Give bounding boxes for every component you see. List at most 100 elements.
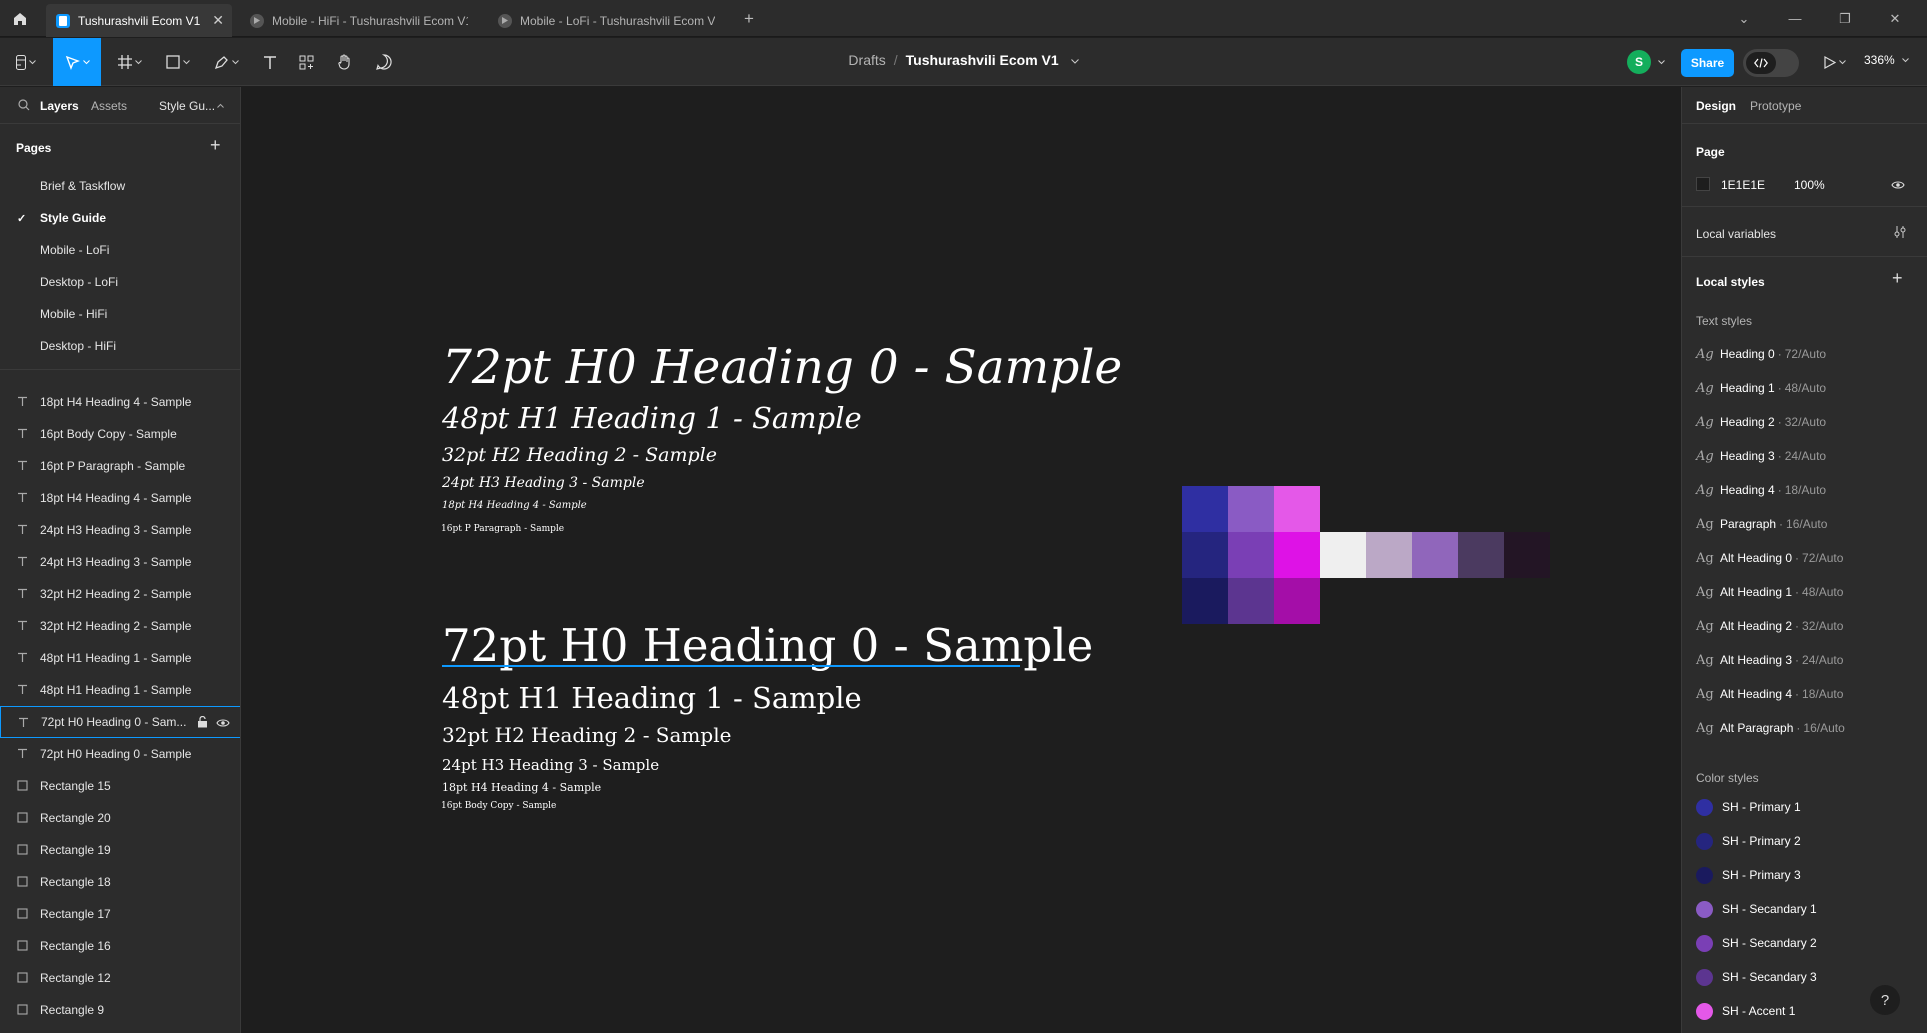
tab-file[interactable]: Mobile - LoFi - Tushurashvili Ecom V	[488, 4, 728, 37]
layer-row[interactable]: 32pt H2 Heading 2 - Sample	[0, 610, 240, 642]
color-style-item[interactable]: SH - Secandary 2	[1696, 933, 1817, 953]
color-style-item[interactable]: SH - Primary 3	[1696, 865, 1801, 885]
text-style-item[interactable]: Ag Heading 0 · 72/Auto	[1696, 344, 1826, 364]
color-swatch[interactable]	[1182, 578, 1228, 624]
close-icon[interactable]: ✕	[212, 12, 224, 29]
color-swatch[interactable]	[1182, 486, 1228, 532]
share-button[interactable]: Share	[1681, 49, 1734, 77]
text-tool[interactable]	[254, 38, 286, 86]
frame-tool[interactable]	[110, 38, 150, 86]
eye-icon[interactable]	[1891, 180, 1905, 190]
sample-body-copy[interactable]: 16pt Body Copy - Sample	[441, 801, 556, 811]
page-item[interactable]: Mobile - HiFi	[0, 298, 240, 330]
dev-mode-toggle[interactable]	[1743, 49, 1799, 77]
layer-row[interactable]: 24pt H3 Heading 3 - Sample	[0, 546, 240, 578]
color-swatch[interactable]	[1274, 532, 1320, 578]
page-item[interactable]: Desktop - LoFi	[0, 266, 240, 298]
layer-row[interactable]: 16pt P Paragraph - Sample	[0, 450, 240, 482]
page-item[interactable]: Brief & Taskflow	[0, 170, 240, 202]
zoom-menu[interactable]: 336%	[1864, 53, 1909, 67]
new-tab-button[interactable]: +	[732, 0, 766, 37]
add-page-button[interactable]: +	[210, 135, 221, 156]
color-style-item[interactable]: SH - Primary 1	[1696, 797, 1801, 817]
layer-row[interactable]: 72pt H0 Heading 0 - Sample	[0, 738, 240, 770]
text-style-item[interactable]: Ag Alt Paragraph · 16/Auto	[1696, 718, 1845, 738]
resources-tool[interactable]	[290, 38, 322, 86]
sample-heading-0-italic[interactable]: 72pt H0 Heading 0 - Sample	[442, 340, 1122, 395]
text-style-item[interactable]: Ag Heading 3 · 24/Auto	[1696, 446, 1826, 466]
layer-row[interactable]: 24pt H3 Heading 3 - Sample	[0, 514, 240, 546]
color-style-item[interactable]: SH - Secandary 3	[1696, 967, 1817, 987]
layer-row[interactable]: Rectangle 20	[0, 802, 240, 834]
color-swatch[interactable]	[1228, 532, 1274, 578]
page-selector[interactable]: Style Gu...	[159, 99, 215, 113]
local-variables-label[interactable]: Local variables	[1696, 227, 1776, 241]
sample-heading-3-italic[interactable]: 24pt H3 Heading 3 - Sample	[442, 475, 645, 491]
comment-tool[interactable]	[368, 38, 400, 86]
text-style-item[interactable]: Ag Alt Heading 4 · 18/Auto	[1696, 684, 1843, 704]
sample-heading-4-italic[interactable]: 18pt H4 Heading 4 - Sample	[442, 500, 587, 511]
color-swatch[interactable]	[1366, 532, 1412, 578]
close-window-button[interactable]: ✕	[1878, 0, 1912, 37]
eye-icon[interactable]	[216, 717, 230, 731]
color-swatch[interactable]	[1274, 486, 1320, 532]
layer-row[interactable]: 48pt H1 Heading 1 - Sample	[0, 674, 240, 706]
chevron-down-icon[interactable]	[1658, 60, 1665, 65]
sample-paragraph[interactable]: 16pt P Paragraph - Sample	[441, 524, 564, 534]
help-button[interactable]: ?	[1870, 985, 1900, 1015]
color-swatch[interactable]	[1274, 578, 1320, 624]
shape-tool[interactable]	[158, 38, 198, 86]
unlock-icon[interactable]	[197, 715, 208, 731]
layer-row[interactable]: Rectangle 16	[0, 930, 240, 962]
text-style-item[interactable]: Ag Alt Heading 3 · 24/Auto	[1696, 650, 1843, 670]
tabs-menu-button[interactable]: ⌄	[1727, 0, 1761, 37]
text-style-item[interactable]: Ag Heading 2 · 32/Auto	[1696, 412, 1826, 432]
tab-design[interactable]: Design	[1696, 99, 1736, 113]
sample-heading-2-italic[interactable]: 32pt H2 Heading 2 - Sample	[442, 444, 717, 466]
text-style-item[interactable]: Ag Alt Heading 1 · 48/Auto	[1696, 582, 1843, 602]
layer-row[interactable]: 72pt H0 Heading 0 - Sam...	[0, 706, 240, 738]
text-style-item[interactable]: Ag Paragraph · 16/Auto	[1696, 514, 1827, 534]
page-color-value[interactable]: 1E1E1E	[1721, 178, 1765, 192]
color-swatch[interactable]	[1182, 532, 1228, 578]
variables-icon[interactable]	[1894, 225, 1906, 239]
layer-row[interactable]: Rectangle 9	[0, 994, 240, 1026]
layer-row[interactable]: Rectangle 17	[0, 898, 240, 930]
sample-heading-1-italic[interactable]: 48pt H1 Heading 1 - Sample	[442, 401, 862, 435]
sample-alt-heading-2[interactable]: 32pt H2 Heading 2 - Sample	[442, 723, 731, 747]
layer-row[interactable]: Rectangle 15	[0, 770, 240, 802]
page-opacity-value[interactable]: 100%	[1794, 178, 1825, 192]
breadcrumb-drafts[interactable]: Drafts	[848, 52, 885, 68]
layer-row[interactable]: Rectangle 14	[0, 1026, 240, 1033]
main-menu-button[interactable]	[8, 38, 44, 86]
home-button[interactable]	[0, 0, 40, 37]
pen-tool[interactable]	[206, 38, 246, 86]
layer-row[interactable]: Rectangle 18	[0, 866, 240, 898]
tab-assets[interactable]: Assets	[91, 99, 127, 113]
hand-tool[interactable]	[328, 38, 360, 86]
page-item[interactable]: ✓ Style Guide	[0, 202, 240, 234]
color-style-item[interactable]: SH - Accent 1	[1696, 1001, 1795, 1021]
layer-row[interactable]: 16pt Body Copy - Sample	[0, 418, 240, 450]
layer-row[interactable]: 18pt H4 Heading 4 - Sample	[0, 386, 240, 418]
page-item[interactable]: Desktop - HiFi	[0, 330, 240, 362]
search-icon[interactable]	[18, 99, 30, 111]
tab-file-active[interactable]: Tushurashvili Ecom V1 ✕	[46, 4, 232, 37]
avatar[interactable]: S	[1627, 50, 1651, 74]
layer-row[interactable]: 48pt H1 Heading 1 - Sample	[0, 642, 240, 674]
tab-prototype[interactable]: Prototype	[1750, 99, 1801, 113]
canvas[interactable]: 72pt H0 Heading 0 - Sample 48pt H1 Headi…	[242, 87, 1680, 1033]
color-style-item[interactable]: SH - Secandary 1	[1696, 899, 1817, 919]
text-style-item[interactable]: Ag Heading 4 · 18/Auto	[1696, 480, 1826, 500]
color-swatch[interactable]	[1412, 532, 1458, 578]
sample-alt-heading-4[interactable]: 18pt H4 Heading 4 - Sample	[442, 781, 601, 794]
layer-row[interactable]: 18pt H4 Heading 4 - Sample	[0, 482, 240, 514]
color-swatch[interactable]	[1228, 486, 1274, 532]
text-style-item[interactable]: Ag Alt Heading 0 · 72/Auto	[1696, 548, 1843, 568]
color-swatch[interactable]	[1228, 578, 1274, 624]
file-name[interactable]: Tushurashvili Ecom V1	[906, 52, 1059, 68]
minimize-button[interactable]: —	[1778, 0, 1812, 37]
color-style-item[interactable]: SH - Primary 2	[1696, 831, 1801, 851]
sample-alt-heading-1[interactable]: 48pt H1 Heading 1 - Sample	[442, 681, 862, 715]
layer-row[interactable]: Rectangle 12	[0, 962, 240, 994]
